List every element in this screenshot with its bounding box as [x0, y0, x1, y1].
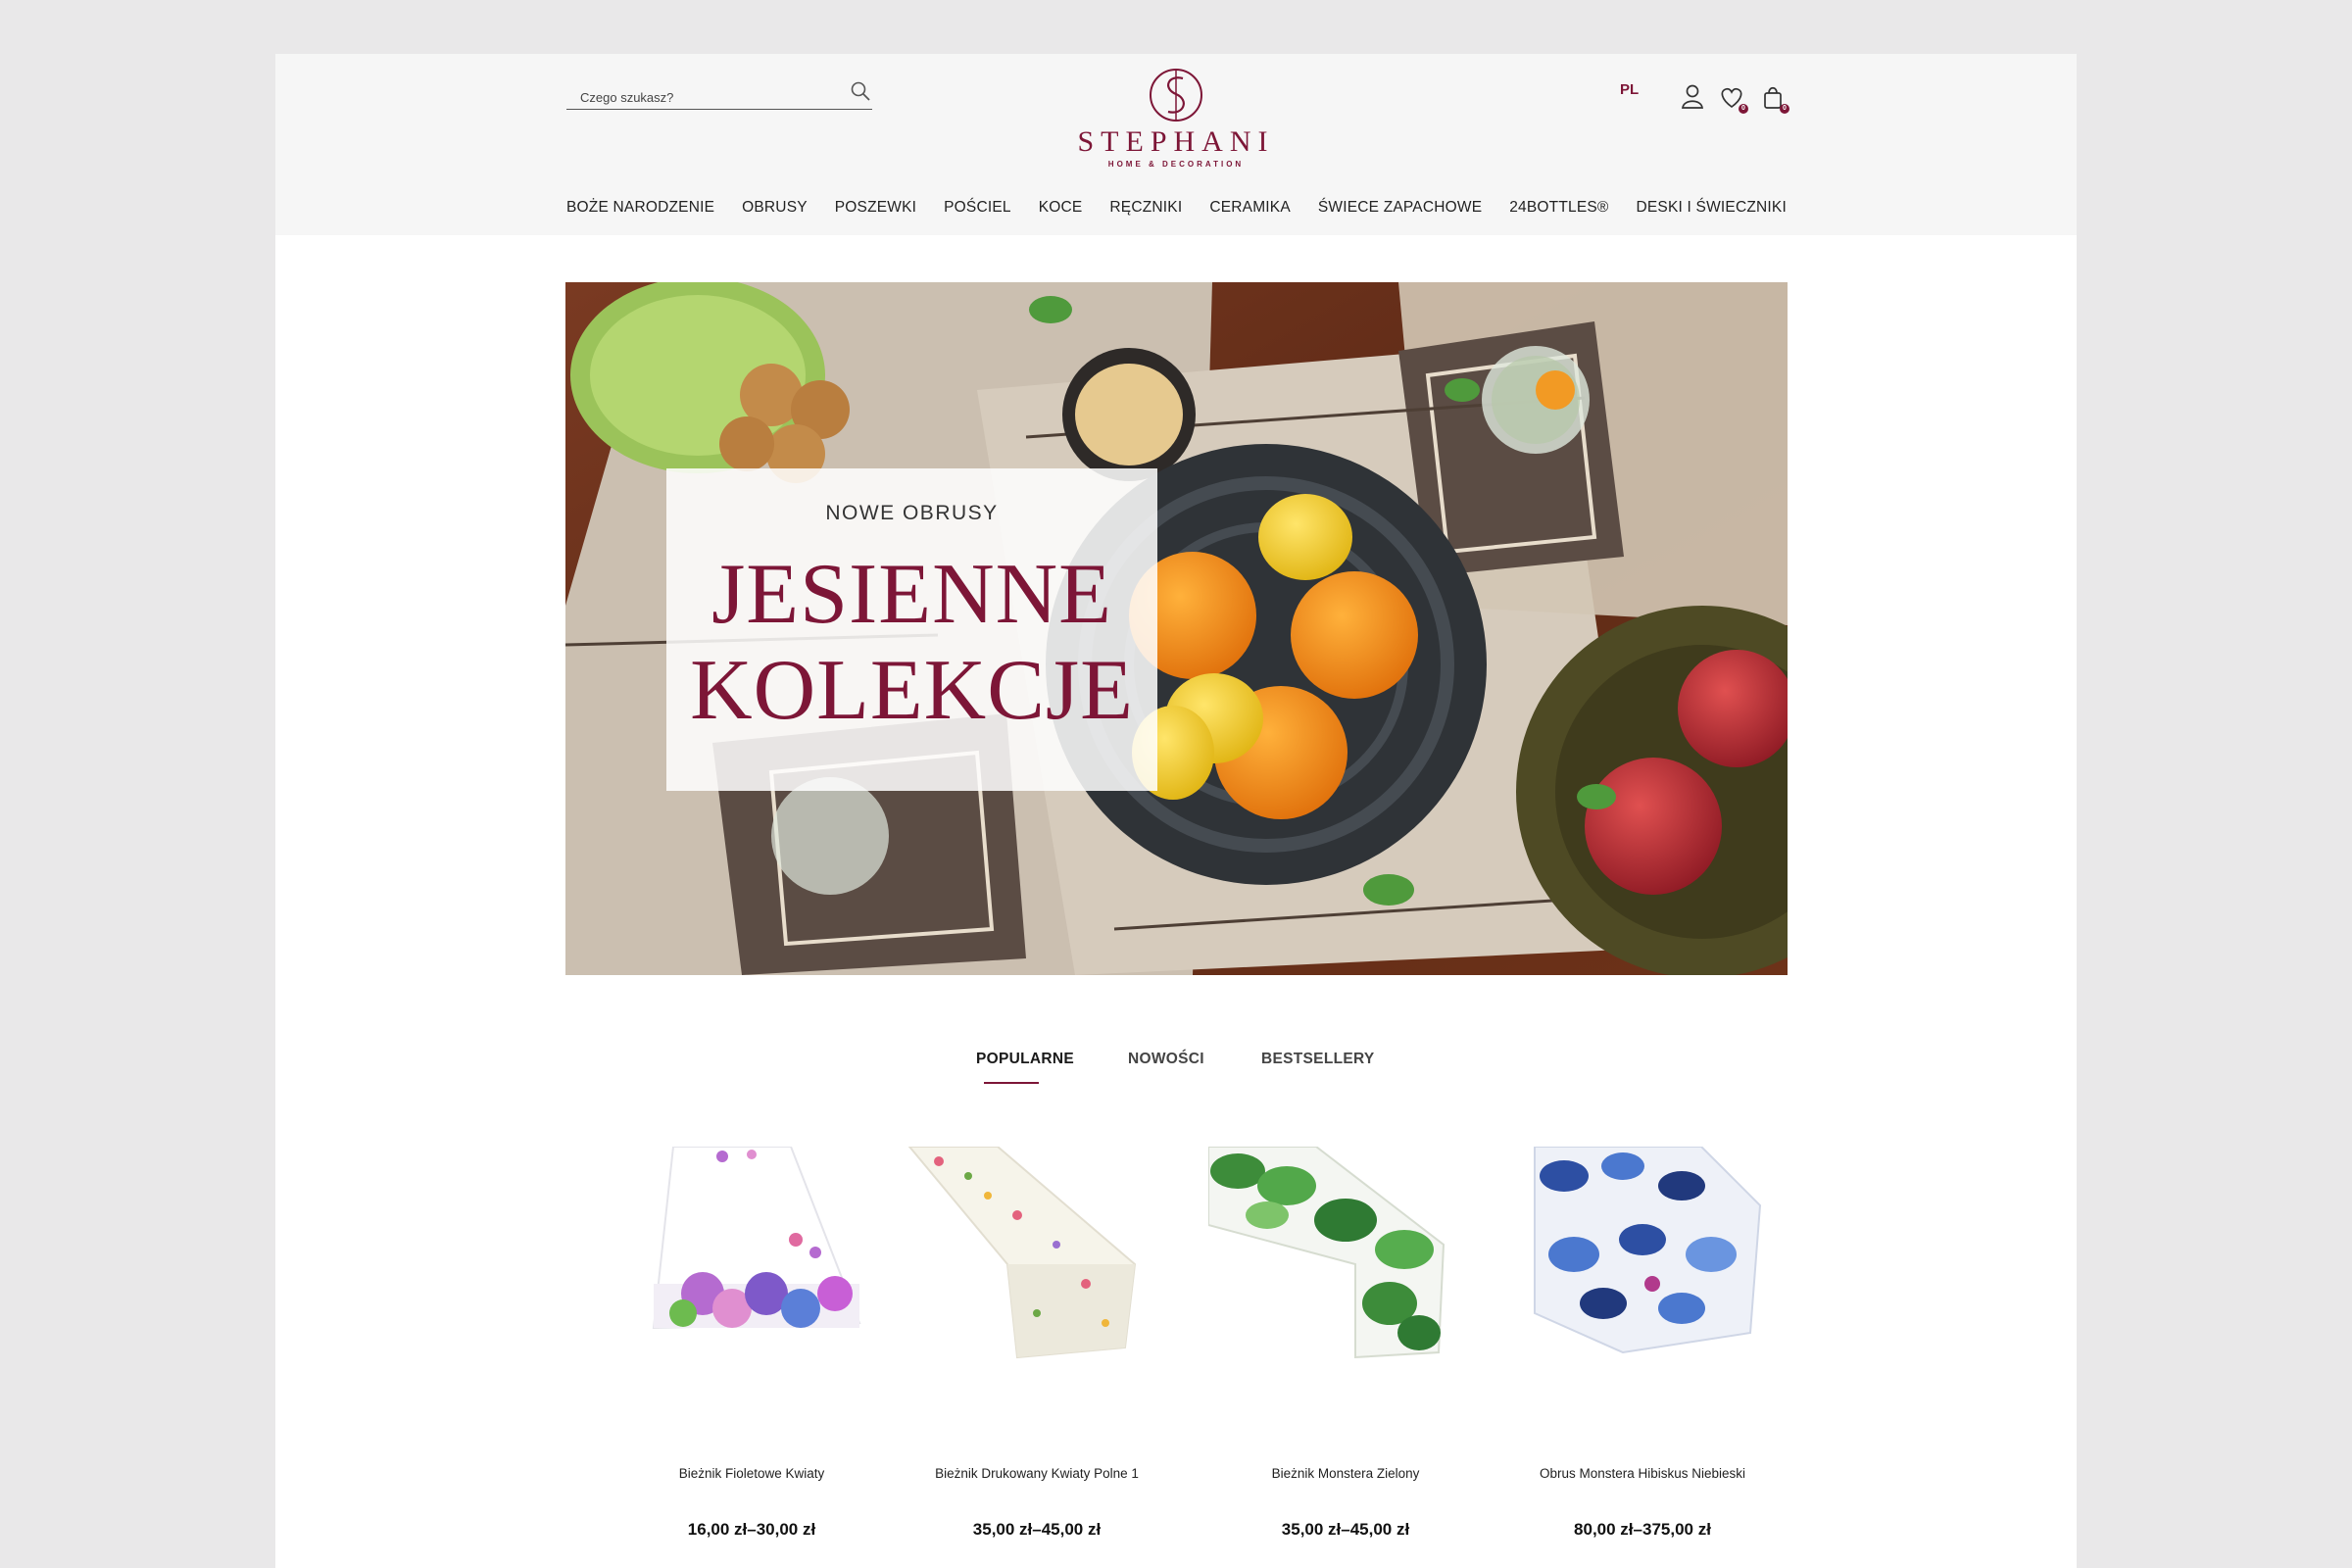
product-image[interactable] — [900, 1147, 1174, 1387]
nav-item-poszewki[interactable]: POSZEWKI — [835, 199, 916, 222]
product-name[interactable]: Bieżnik Fioletowe Kwiaty — [614, 1466, 889, 1481]
product-tabs: POPULARNE NOWOŚCI BESTSELLERY — [976, 1051, 1378, 1090]
search-icon[interactable] — [849, 79, 872, 103]
product-price: 16,00 zł–30,00 zł — [687, 1520, 816, 1539]
logo-monogram-icon — [1150, 69, 1202, 122]
nav-item-ceramika[interactable]: CERAMIKA — [1209, 199, 1291, 222]
page: STEPHANI HOME & DECORATION PL 0 0 BOŻE N… — [275, 54, 2077, 1568]
tab-bestsellery[interactable]: BESTSELLERY — [1261, 1051, 1375, 1068]
product-card[interactable]: Bieżnik Fioletowe Kwiaty 16,00 zł–30,00 … — [614, 1147, 889, 1558]
hero-title-line-1: JESIENNE — [711, 547, 1112, 642]
product-card[interactable]: Obrus Monstera Hibiskus Niebieski 80,00 … — [1505, 1147, 1780, 1558]
wishlist-count-badge: 0 — [1739, 104, 1748, 114]
nav-item-deski-i-swieczniki[interactable]: DESKI I ŚWIECZNIKI — [1637, 199, 1787, 222]
logo-wordmark: STEPHANI — [1077, 125, 1275, 158]
product-price: 35,00 zł–45,00 zł — [972, 1520, 1102, 1539]
product-image[interactable] — [614, 1147, 889, 1387]
hero-subtitle: NOWE OBRUSY — [825, 502, 999, 524]
hero-title: JESIENNE KOLEKCJE — [666, 547, 1157, 739]
logo-tagline: HOME & DECORATION — [1107, 160, 1245, 169]
wishlist-button[interactable]: 0 — [1718, 82, 1748, 114]
product-name[interactable]: Obrus Monstera Hibiskus Niebieski — [1505, 1466, 1780, 1481]
nav-item-24bottles[interactable]: 24BOTTLES® — [1509, 199, 1608, 222]
hero-title-line-2: KOLEKCJE — [690, 643, 1134, 738]
hero-text-card: NOWE OBRUSY JESIENNE KOLEKCJE — [666, 468, 1157, 791]
nav-item-boze-narodzenie[interactable]: BOŻE NARODZENIE — [566, 199, 714, 222]
product-card[interactable]: Bieżnik Monstera Zielony 35,00 zł–45,00 … — [1208, 1147, 1483, 1558]
site-header: STEPHANI HOME & DECORATION PL 0 0 BOŻE N… — [275, 54, 2077, 235]
tab-nowosci[interactable]: NOWOŚCI — [1128, 1051, 1204, 1068]
cart-button[interactable]: 0 — [1759, 82, 1789, 114]
search-bar — [566, 81, 872, 110]
product-name[interactable]: Bieżnik Drukowany Kwiaty Polne 1 — [900, 1466, 1174, 1481]
main-nav: BOŻE NARODZENIE OBRUSY POSZEWKI POŚCIEL … — [566, 199, 1787, 222]
tab-popularne[interactable]: POPULARNE — [976, 1051, 1074, 1068]
nav-item-obrusy[interactable]: OBRUSY — [742, 199, 808, 222]
nav-item-koce[interactable]: KOCE — [1039, 199, 1083, 222]
hero-banner[interactable]: NOWE OBRUSY JESIENNE KOLEKCJE — [565, 282, 1788, 975]
product-price: 80,00 zł–375,00 zł — [1574, 1520, 1711, 1539]
language-switch[interactable]: PL — [1620, 81, 1639, 98]
product-image[interactable] — [1208, 1147, 1483, 1387]
nav-item-posciel[interactable]: POŚCIEL — [944, 199, 1011, 222]
search-input[interactable] — [580, 87, 835, 107]
user-icon[interactable] — [1679, 82, 1706, 112]
nav-item-reczniki[interactable]: RĘCZNIKI — [1109, 199, 1182, 222]
product-card[interactable]: Bieżnik Drukowany Kwiaty Polne 1 35,00 z… — [900, 1147, 1174, 1558]
nav-item-swiece-zapachowe[interactable]: ŚWIECE ZAPACHOWE — [1318, 199, 1482, 222]
cart-count-badge: 0 — [1780, 104, 1789, 114]
product-name[interactable]: Bieżnik Monstera Zielony — [1208, 1466, 1483, 1481]
product-price: 35,00 zł–45,00 zł — [1281, 1520, 1410, 1539]
site-logo[interactable]: STEPHANI HOME & DECORATION — [1072, 65, 1280, 172]
product-image[interactable] — [1505, 1147, 1780, 1387]
active-tab-indicator — [984, 1082, 1039, 1084]
